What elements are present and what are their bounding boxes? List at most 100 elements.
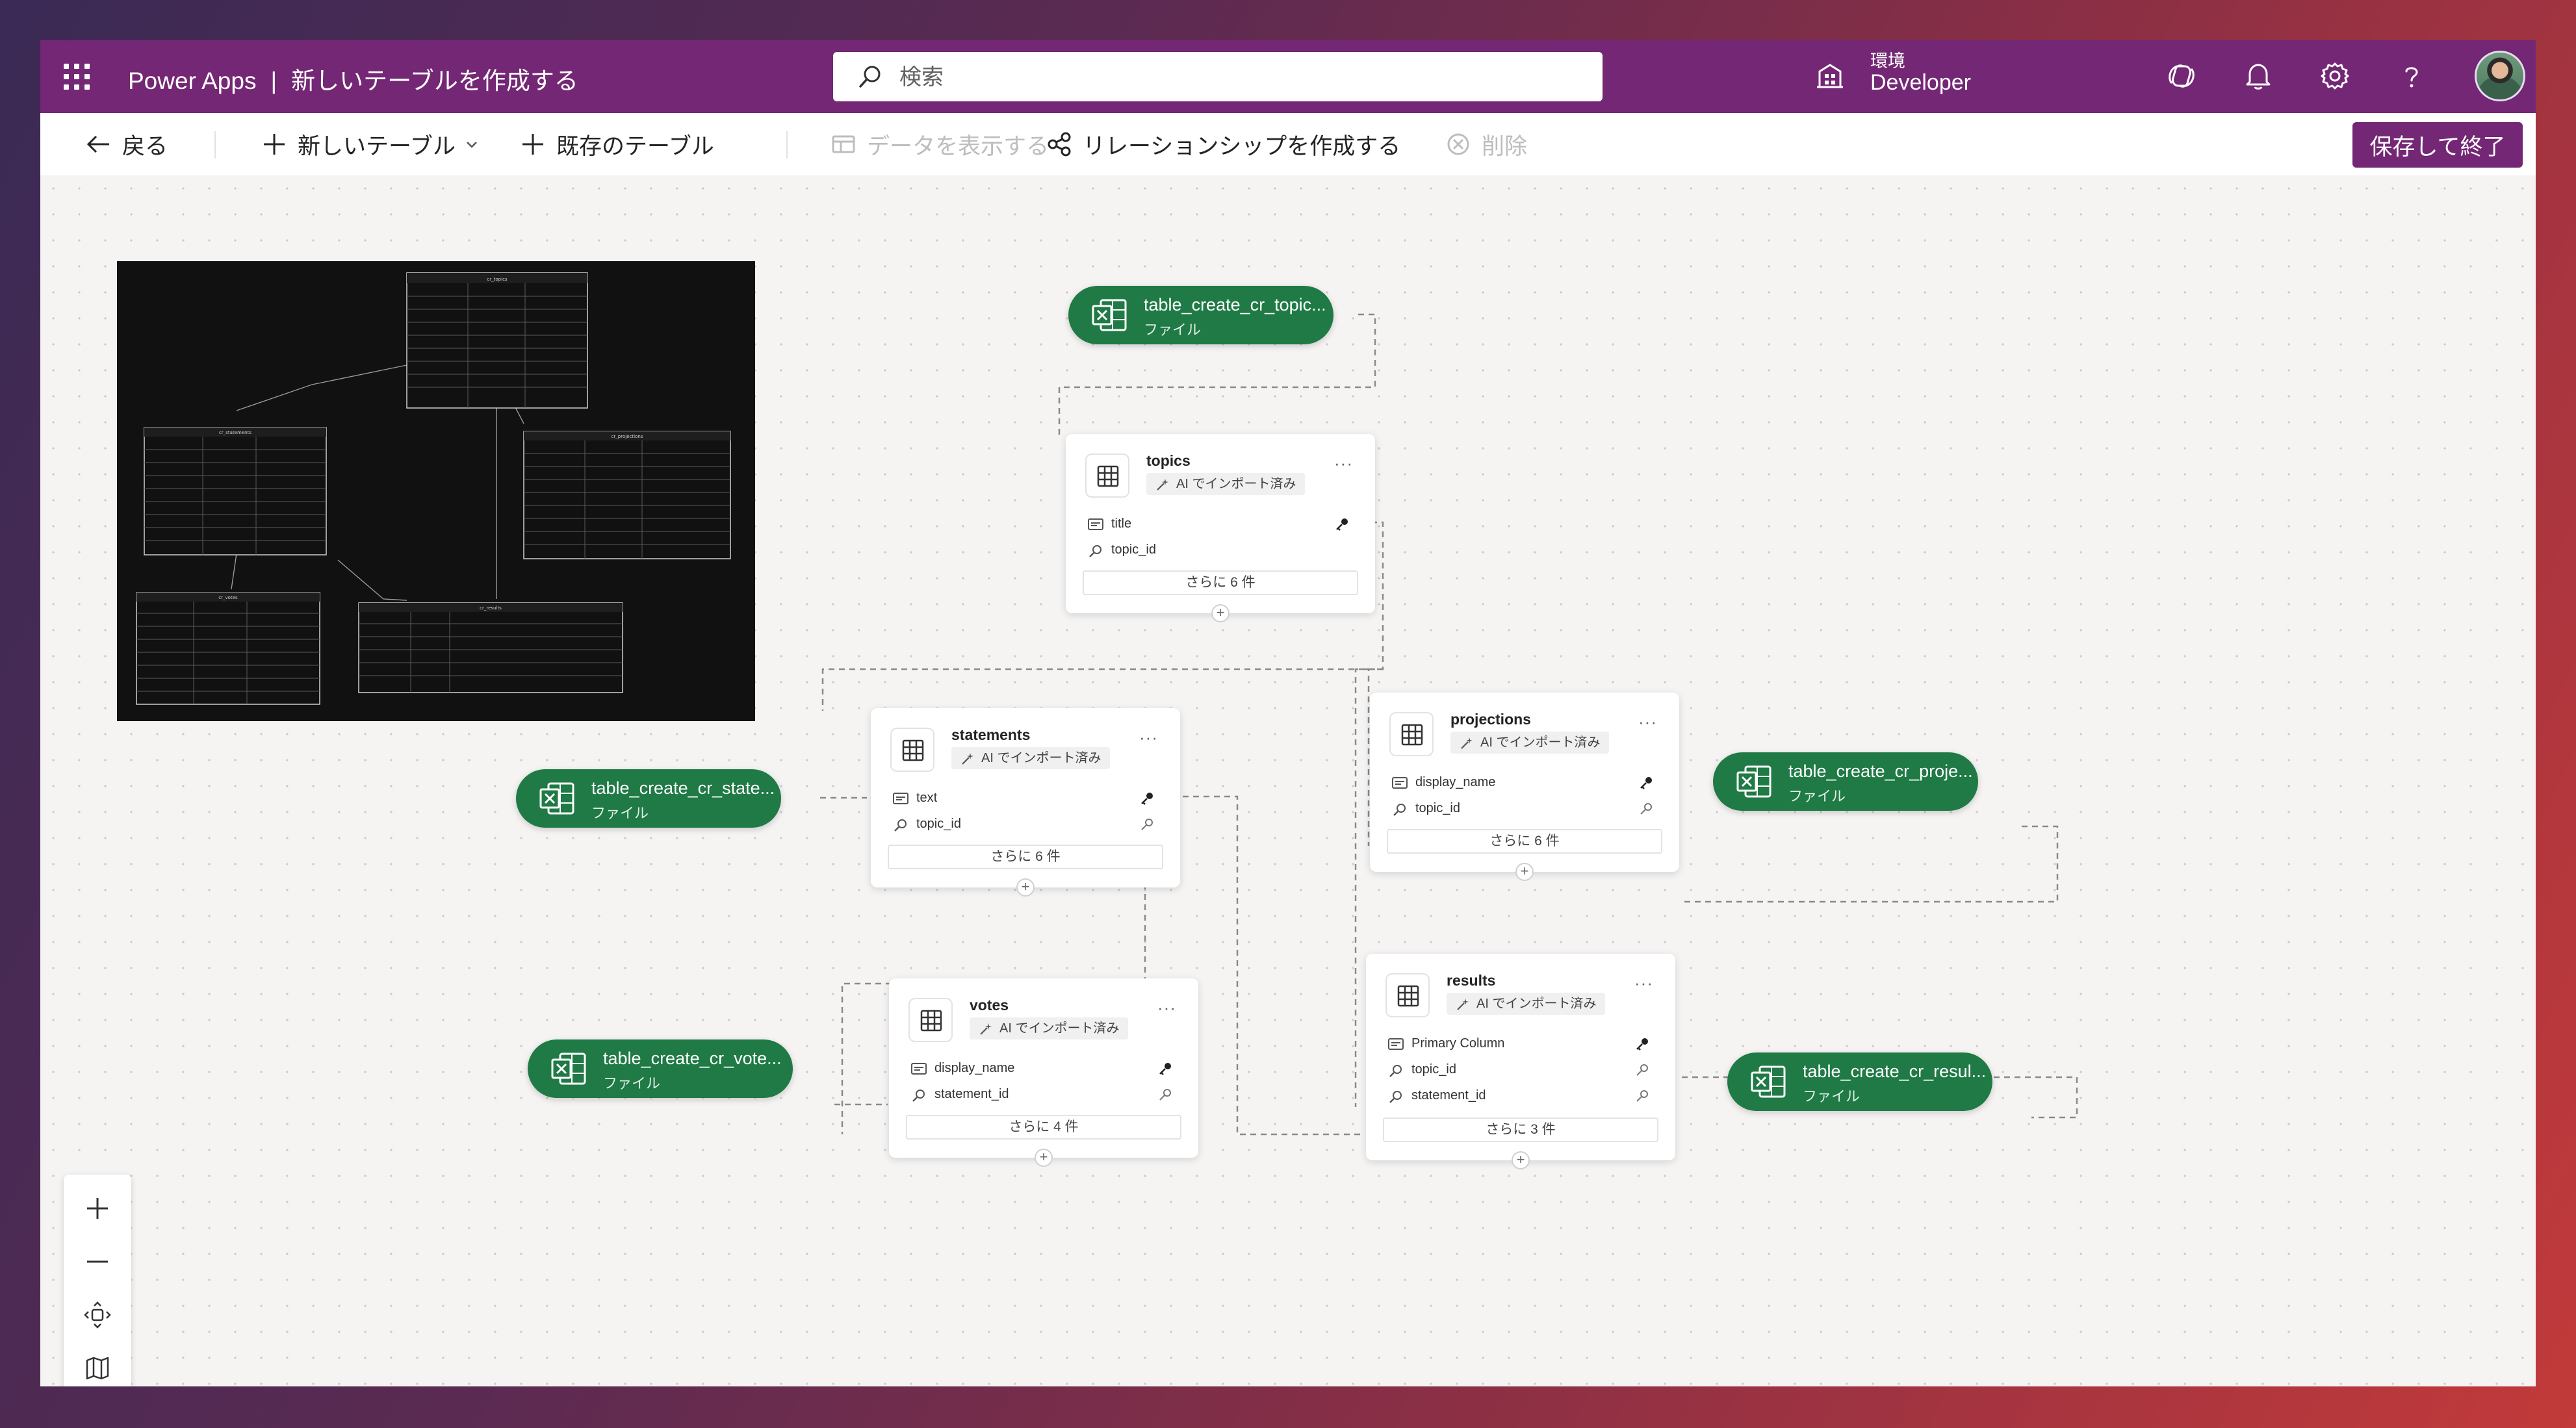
app-launcher-icon[interactable] (64, 64, 90, 90)
notifications-bell-icon[interactable] (2242, 60, 2274, 92)
erd-reference-image[interactable]: cr_topics cr_statements cr_projections c… (117, 261, 755, 721)
search-input[interactable] (898, 57, 1583, 97)
table-more-options[interactable]: ··· (1634, 973, 1653, 993)
ai-imported-badge: AI でインポート済み (970, 1017, 1129, 1039)
new-table-label: 新しいテーブル (298, 133, 456, 159)
table-card-statements[interactable]: statements AI でインポート済み ··· text topic_id… (871, 708, 1180, 897)
zoom-in-button[interactable] (64, 1182, 131, 1234)
ai-sparkle-icon (1457, 999, 1469, 1010)
file-source-votes[interactable]: table_create_cr_vote... ファイル (528, 1039, 793, 1098)
fit-to-view-button[interactable] (64, 1289, 131, 1341)
back-button[interactable]: 戻る (86, 113, 168, 175)
show-more-fields-button[interactable]: さらに 4 件 (906, 1115, 1181, 1140)
table-more-options[interactable]: ··· (1638, 712, 1657, 732)
show-more-fields-button[interactable]: さらに 6 件 (1387, 829, 1662, 854)
ai-sparkle-icon (1461, 737, 1473, 749)
delete-label: 削除 (1482, 133, 1528, 159)
environment-name[interactable]: Developer (1870, 70, 1971, 96)
back-label: 戻る (122, 133, 168, 159)
table-card-votes[interactable]: votes AI でインポート済み ··· display_name state… (889, 978, 1198, 1167)
file-name: table_create_cr_resul... (1803, 1062, 1987, 1081)
app-window: Power Apps | 新しいテーブルを作成する 環境 Developer (40, 40, 2536, 1386)
minimap-toggle-button[interactable] (64, 1342, 131, 1386)
file-type: ファイル (591, 805, 649, 821)
add-field-plus-button[interactable]: + (1035, 1149, 1053, 1167)
app-name[interactable]: Power Apps (128, 68, 256, 94)
file-source-results[interactable]: table_create_cr_resul... ファイル (1727, 1052, 1992, 1111)
show-more-fields-button[interactable]: さらに 6 件 (1083, 570, 1358, 595)
table-icon (1389, 712, 1434, 756)
create-relationship-button[interactable]: リレーションシップを作成する (1046, 113, 1400, 175)
add-field-plus-button[interactable]: + (1512, 1151, 1530, 1169)
table-more-options[interactable]: ··· (1139, 728, 1158, 748)
environment-icon[interactable] (1816, 61, 1844, 90)
lookup-field-icon (912, 1090, 925, 1102)
existing-table-button[interactable]: 既存のテーブル (520, 113, 714, 175)
fit-view-icon (84, 1301, 111, 1329)
table-card-projections[interactable]: projections AI でインポート済み ··· display_name… (1370, 693, 1679, 881)
delete-circle-icon (1447, 133, 1469, 155)
table-name: votes (970, 997, 1009, 1014)
search-box[interactable] (833, 52, 1603, 101)
plus-icon (264, 134, 285, 155)
file-type: ファイル (1803, 1088, 1861, 1104)
file-source-topics[interactable]: table_create_cr_topic... ファイル (1068, 286, 1333, 344)
primary-key-icon (1159, 1063, 1171, 1075)
table-card-results[interactable]: results AI でインポート済み ··· Primary Column t… (1366, 954, 1675, 1169)
delete-button[interactable]: 削除 (1445, 113, 1527, 175)
help-icon[interactable] (2395, 60, 2428, 92)
view-data-label: データを表示する (867, 133, 1050, 159)
excel-file-icon (1736, 765, 1771, 798)
excel-file-icon (551, 1052, 586, 1085)
zoom-controls (64, 1175, 131, 1386)
excel-file-icon (1751, 1065, 1786, 1098)
relationship-link-icon (1636, 1064, 1648, 1076)
primary-key-icon (1640, 777, 1652, 789)
erd-label-topics: cr_topics (487, 277, 507, 282)
copilot-icon[interactable] (2165, 60, 2198, 92)
file-type: ファイル (603, 1075, 661, 1091)
command-bar: 戻る 新しいテーブル 既存のテーブル データを表示する リレーションシップを作成… (40, 113, 2536, 176)
ai-imported-badge: AI でインポート済み (1146, 473, 1306, 495)
add-field-plus-button[interactable]: + (1515, 863, 1534, 881)
file-source-projections[interactable]: table_create_cr_proje... ファイル (1713, 752, 1978, 811)
ai-imported-badge: AI でインポート済み (1450, 732, 1610, 754)
primary-key-icon (1636, 1038, 1648, 1051)
file-name: table_create_cr_proje... (1788, 761, 1973, 781)
diagram-canvas[interactable]: cr_topics cr_statements cr_projections c… (40, 175, 2536, 1386)
settings-gear-icon[interactable] (2319, 60, 2351, 92)
ai-imported-badge: AI でインポート済み (951, 747, 1111, 769)
zoom-out-minus-icon (87, 1260, 108, 1263)
table-card-topics[interactable]: topics AI でインポート済み ··· title topic_id さら… (1066, 434, 1375, 622)
file-type: ファイル (1144, 322, 1202, 338)
toolbar-divider (214, 131, 216, 159)
file-source-statements[interactable]: table_create_cr_state... ファイル (516, 769, 781, 828)
source-link-projections (1684, 825, 2059, 903)
add-field-plus-button[interactable]: + (1016, 878, 1035, 897)
existing-table-label: 既存のテーブル (556, 133, 714, 159)
zoom-in-plus-icon (87, 1198, 108, 1219)
lookup-field-icon (1389, 1065, 1402, 1077)
show-more-fields-button[interactable]: さらに 3 件 (1383, 1117, 1658, 1142)
file-name: table_create_cr_topic... (1144, 295, 1326, 314)
add-field-plus-button[interactable]: + (1211, 604, 1230, 622)
relationship-link-icon (1636, 1090, 1648, 1102)
file-type: ファイル (1788, 788, 1846, 804)
relationship-link-icon (1640, 803, 1652, 815)
new-table-button[interactable]: 新しいテーブル (261, 113, 479, 175)
ai-sparkle-icon (962, 753, 973, 765)
save-and-exit-button[interactable]: 保存して終了 (2352, 122, 2523, 168)
toolbar-divider (786, 131, 788, 159)
table-more-options[interactable]: ··· (1334, 453, 1353, 474)
erd-label-votes: cr_votes (218, 595, 238, 600)
erd-label-statements: cr_statements (219, 430, 251, 435)
view-data-button[interactable]: データを表示する (831, 113, 1049, 175)
lookup-field-icon (894, 819, 907, 832)
ai-imported-badge: AI でインポート済み (1447, 993, 1606, 1015)
lookup-field-icon (1393, 804, 1406, 816)
user-avatar[interactable] (2475, 51, 2525, 101)
show-more-fields-button[interactable]: さらに 6 件 (888, 845, 1163, 869)
text-field-icon (1392, 777, 1408, 789)
zoom-out-button[interactable] (64, 1236, 131, 1288)
table-more-options[interactable]: ··· (1157, 998, 1176, 1018)
